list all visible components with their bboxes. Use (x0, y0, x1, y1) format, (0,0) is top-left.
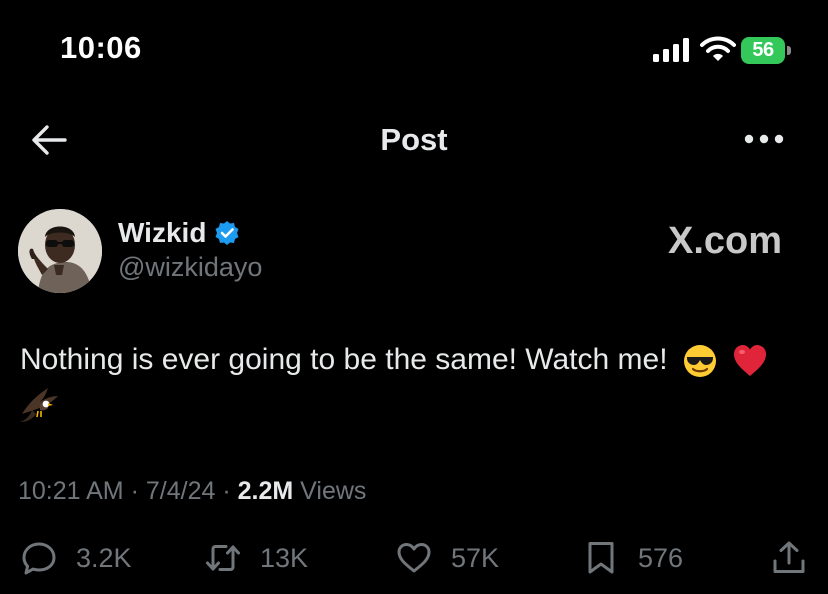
display-name[interactable]: Wizkid (118, 217, 206, 249)
author-handle[interactable]: @wizkidayo (118, 252, 262, 283)
red-heart-emoji-icon (734, 345, 767, 377)
repost-button[interactable]: 13K (204, 536, 308, 580)
eagle-emoji-icon (20, 388, 58, 422)
repost-count: 13K (260, 542, 309, 573)
share-icon (773, 541, 805, 573)
verified-badge-icon (215, 221, 239, 245)
bookmark-count: 576 (638, 542, 684, 573)
reply-button[interactable]: 3.2K (20, 536, 132, 580)
reply-count: 3.2K (76, 542, 132, 573)
tweet-text-content: Nothing is ever going to be the same! Wa… (20, 343, 668, 376)
bookmark-icon (588, 542, 614, 574)
tweet-text: Nothing is ever going to be the same! Wa… (20, 338, 810, 382)
like-count: 57K (451, 542, 500, 573)
cellular-signal-icon (653, 38, 689, 62)
views-label: Views (300, 477, 367, 505)
share-button[interactable] (770, 536, 808, 580)
meta-separator: · (222, 477, 238, 505)
tweet-date: 7/4/24 (145, 477, 216, 505)
repost-icon (206, 545, 240, 571)
battery-level: 56 (741, 37, 785, 64)
avatar[interactable] (18, 209, 102, 293)
sunglasses-emoji-icon (683, 345, 716, 378)
status-time: 10:06 (60, 30, 142, 65)
author-name-row[interactable]: Wizkid (118, 216, 240, 250)
heart-outline-icon (397, 543, 431, 573)
avatar-photo (18, 209, 102, 293)
battery-indicator: 56 (741, 37, 791, 64)
more-options-icon[interactable] (744, 132, 784, 146)
tweet-meta: 10:21 AM · 7/4/24 · 2.2M Views (18, 477, 366, 506)
wifi-icon (700, 36, 736, 61)
meta-separator: · (130, 477, 146, 505)
action-bar: 3.2K 13K 57K 576 (0, 536, 828, 580)
views-count[interactable]: 2.2M (238, 477, 294, 505)
bookmark-button[interactable]: 576 (582, 536, 683, 580)
page-title: Post (380, 122, 448, 157)
tweet-time: 10:21 AM (18, 477, 124, 505)
like-button[interactable]: 57K (395, 536, 499, 580)
reply-icon (22, 542, 56, 575)
battery-tip (787, 46, 791, 55)
x-com-watermark: X.com (668, 220, 783, 262)
